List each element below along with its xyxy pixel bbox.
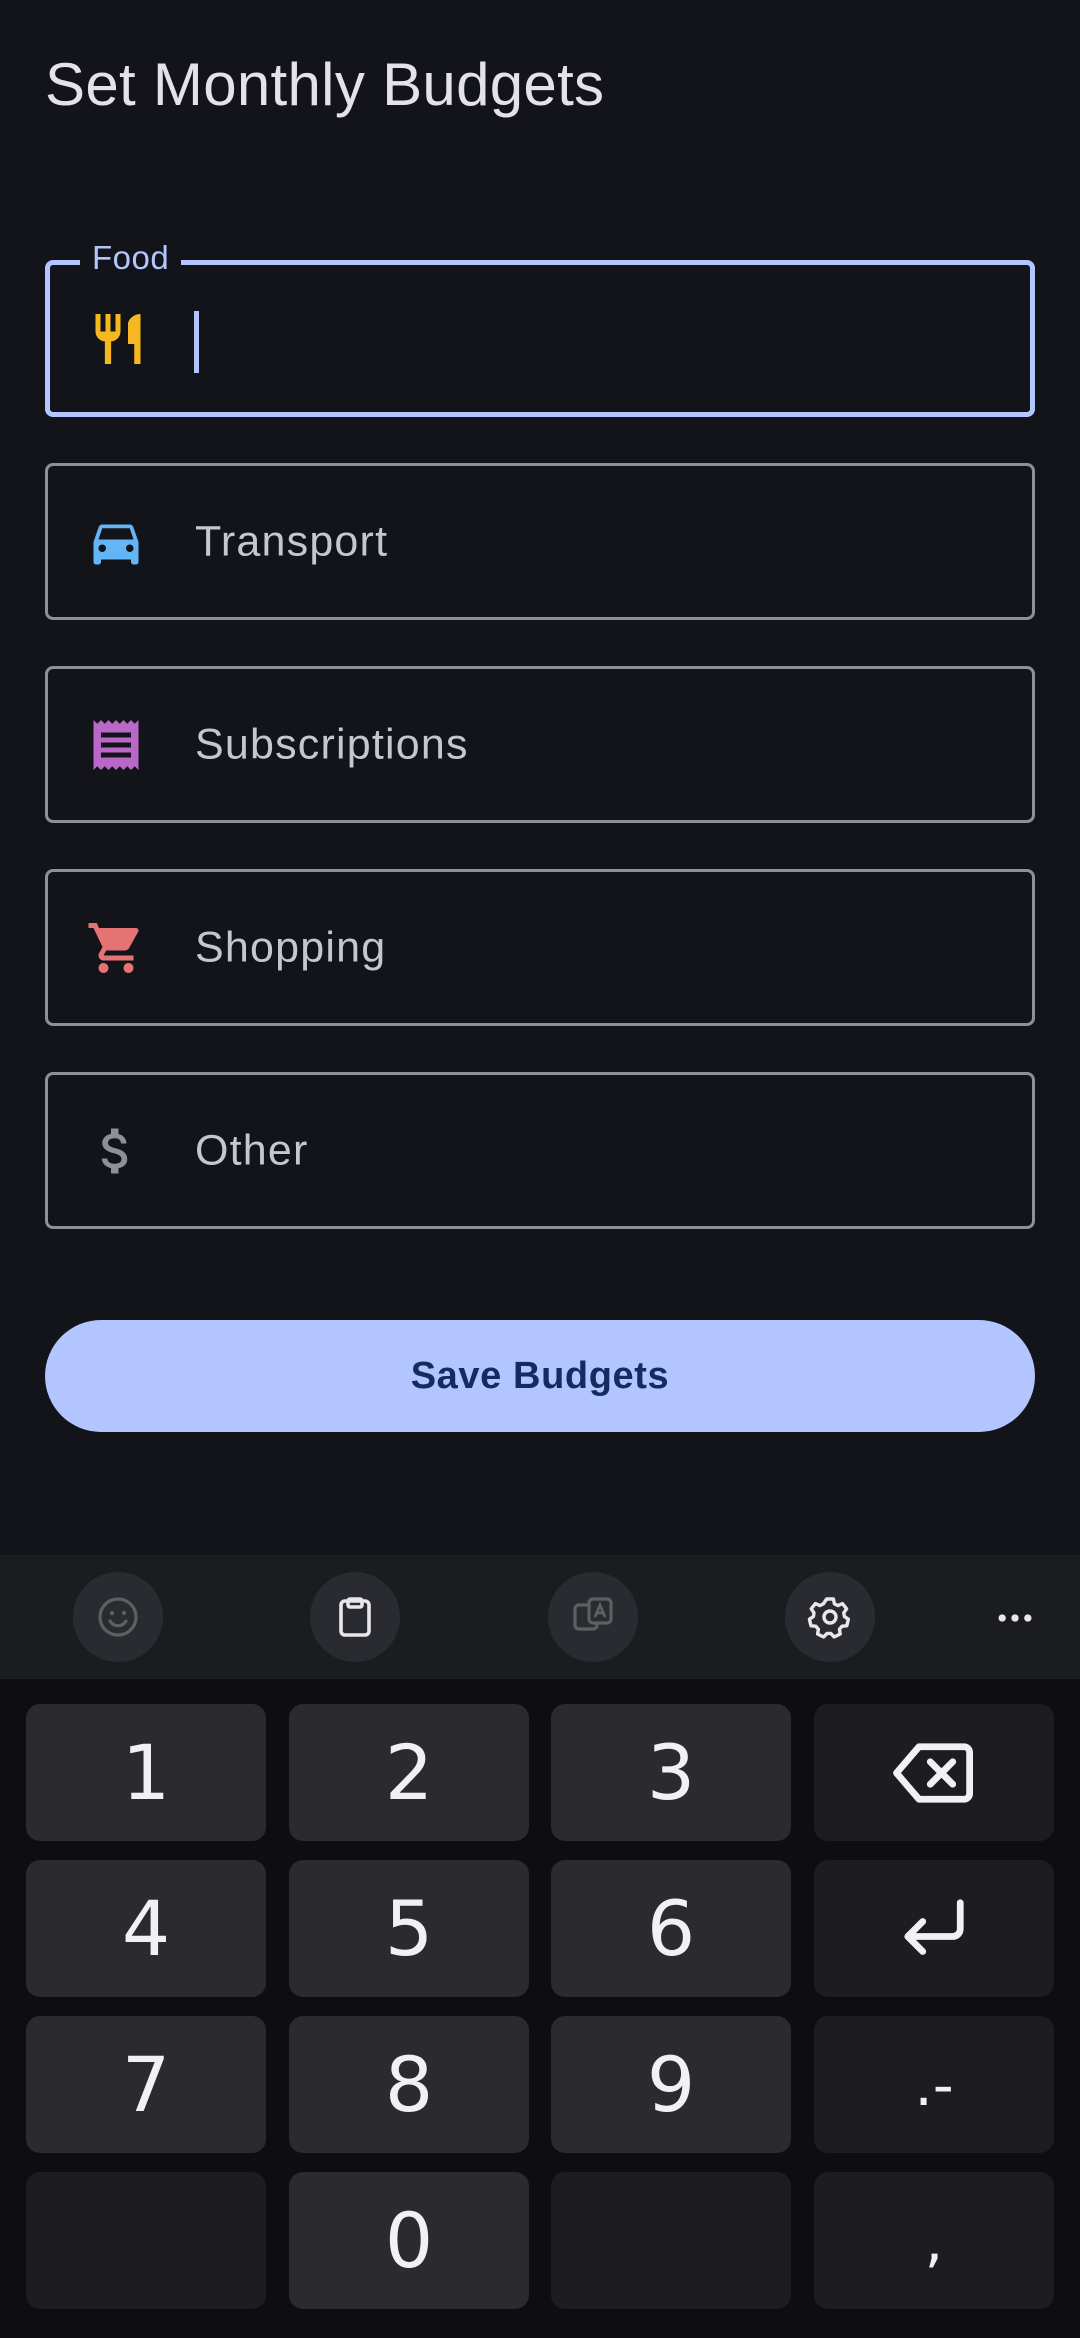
gear-icon[interactable] xyxy=(785,1572,875,1662)
restaurant-icon xyxy=(88,309,148,369)
receipt-icon xyxy=(86,715,146,775)
other-field[interactable]: Other xyxy=(45,1072,1035,1229)
dot-minus-key[interactable]: .- xyxy=(814,2016,1054,2153)
text-cursor xyxy=(194,311,199,373)
enter-icon xyxy=(904,1898,964,1955)
save-budgets-button[interactable]: Save Budgets xyxy=(45,1320,1035,1432)
key-5[interactable]: 5 xyxy=(289,1860,529,1997)
key-3[interactable]: 3 xyxy=(551,1704,791,1841)
backspace-icon xyxy=(893,1742,973,1803)
key-2[interactable]: 2 xyxy=(289,1704,529,1841)
shopping-field[interactable]: Shopping xyxy=(45,869,1035,1026)
key-6[interactable]: 6 xyxy=(551,1860,791,1997)
subscriptions-field[interactable]: Subscriptions xyxy=(45,666,1035,823)
blank-key-right[interactable] xyxy=(551,2172,791,2309)
subscriptions-placeholder: Subscriptions xyxy=(195,720,469,768)
other-placeholder: Other xyxy=(195,1126,309,1174)
food-field[interactable]: Food xyxy=(45,239,1035,417)
dollar-icon xyxy=(86,1121,146,1181)
key-8[interactable]: 8 xyxy=(289,2016,529,2153)
cart-icon xyxy=(86,918,146,978)
keyboard-toolbar xyxy=(0,1555,1080,1679)
transport-placeholder: Transport xyxy=(195,517,389,565)
key-4[interactable]: 4 xyxy=(26,1860,266,1997)
key-9[interactable]: 9 xyxy=(551,2016,791,2153)
emoji-icon[interactable] xyxy=(73,1572,163,1662)
translate-icon[interactable] xyxy=(548,1572,638,1662)
backspace-key[interactable] xyxy=(814,1704,1054,1841)
transport-field[interactable]: Transport xyxy=(45,463,1035,620)
enter-key[interactable] xyxy=(814,1860,1054,1997)
food-field-label: Food xyxy=(80,239,182,277)
budget-screen: Set Monthly Budgets Food Transport Subsc… xyxy=(0,0,1080,2338)
more-icon[interactable] xyxy=(985,1588,1045,1648)
blank-key-left[interactable] xyxy=(26,2172,266,2309)
numeric-keyboard: 1 2 3 4 5 6 7 8 9 .- 0 , xyxy=(0,1679,1080,2338)
comma-key[interactable]: , xyxy=(814,2172,1054,2309)
page-title: Set Monthly Budgets xyxy=(45,51,605,118)
key-1[interactable]: 1 xyxy=(26,1704,266,1841)
car-icon xyxy=(86,512,146,572)
key-7[interactable]: 7 xyxy=(26,2016,266,2153)
key-0[interactable]: 0 xyxy=(289,2172,529,2309)
clipboard-icon[interactable] xyxy=(310,1572,400,1662)
shopping-placeholder: Shopping xyxy=(195,923,387,971)
